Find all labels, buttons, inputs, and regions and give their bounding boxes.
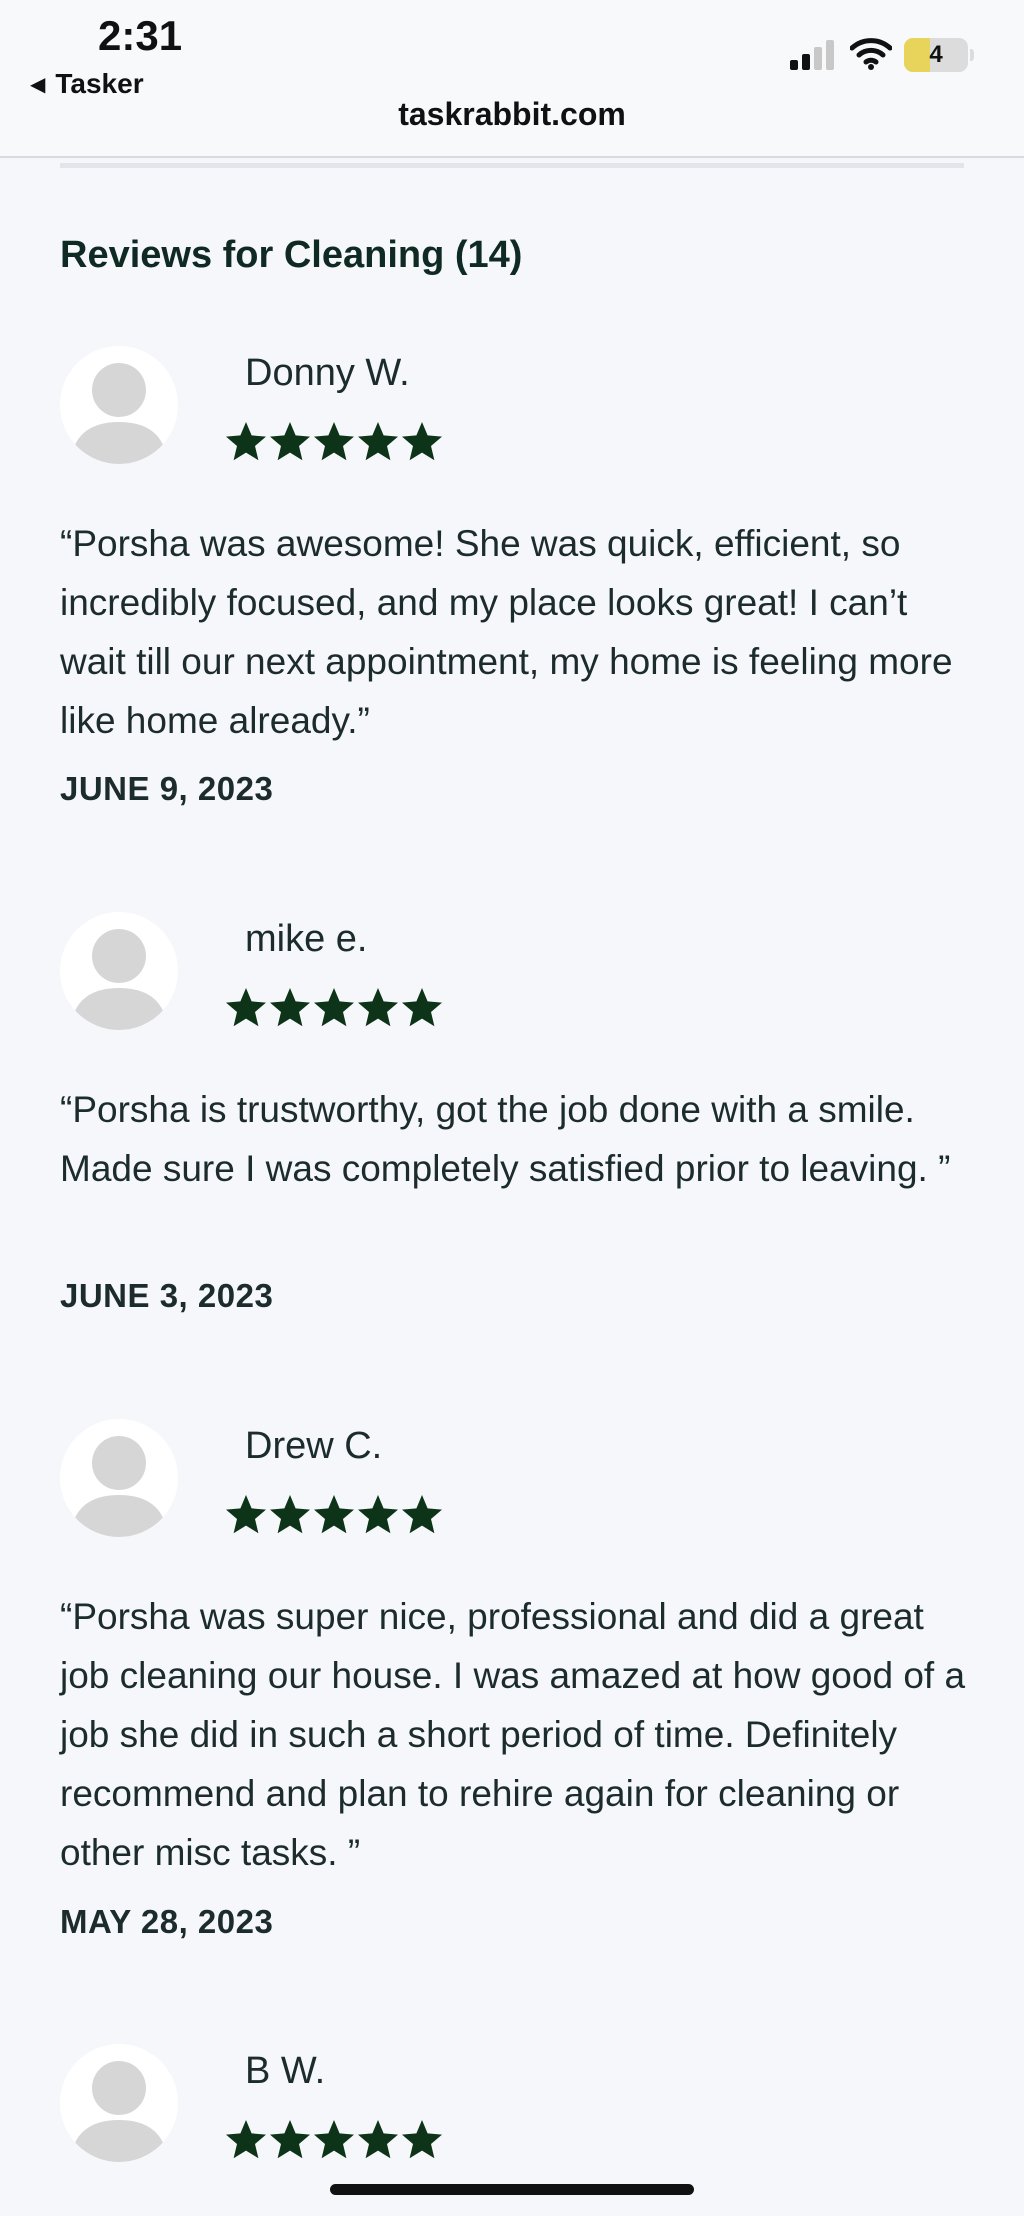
reviews-section-title: Reviews for Cleaning (14) [60, 234, 523, 276]
star-icon [358, 1495, 398, 1534]
home-indicator[interactable] [330, 2184, 694, 2195]
signal-bar-2 [802, 54, 810, 70]
reviewer-name: mike e. [245, 918, 368, 960]
star-icon [314, 988, 354, 1027]
review-text: “Porsha was super nice, professional and… [60, 1596, 966, 1873]
star-icon [226, 1495, 266, 1534]
star-icon [270, 422, 310, 461]
status-time: 2:31 [98, 12, 183, 59]
star-icon [226, 422, 266, 461]
star-icon [402, 988, 442, 1027]
reviewer-name: B W. [245, 2050, 326, 2092]
wifi-icon [850, 38, 892, 70]
default-avatar-icon [70, 1436, 168, 1537]
review-date: JUNE 3, 2023 [60, 1277, 274, 1314]
star-icon [270, 2120, 310, 2159]
reviewer-name: Donny W. [245, 352, 410, 394]
battery-icon: 4 [904, 38, 968, 72]
battery-label: 4 [929, 41, 943, 68]
star-icon [270, 1495, 310, 1534]
star-icon [314, 1495, 354, 1534]
star-rating [224, 2118, 444, 2162]
star-icon [402, 2120, 442, 2159]
section-divider [60, 163, 964, 168]
default-avatar-icon [70, 363, 168, 464]
star-icon [270, 988, 310, 1027]
page-url[interactable]: taskrabbit.com [0, 96, 1024, 133]
star-icon [402, 422, 442, 461]
avatar [60, 912, 178, 1030]
avatar [60, 346, 178, 464]
avatar [60, 1419, 178, 1537]
star-rating [224, 1493, 444, 1537]
star-icon [358, 2120, 398, 2159]
reviewer-name: Drew C. [245, 1425, 383, 1467]
default-avatar-icon [70, 929, 168, 1030]
star-icon [226, 2120, 266, 2159]
back-triangle-icon: ◀ [30, 73, 46, 96]
star-icon [226, 988, 266, 1027]
signal-bar-4 [826, 40, 834, 70]
signal-bar-1 [790, 60, 798, 70]
star-icon [314, 2120, 354, 2159]
star-icon [358, 988, 398, 1027]
review-date: JUNE 9, 2023 [60, 770, 274, 807]
star-rating [224, 986, 444, 1030]
review-text: “Porsha is trustworthy, got the job done… [60, 1089, 951, 1189]
default-avatar-icon [70, 2061, 168, 2162]
star-icon [358, 422, 398, 461]
signal-bar-3 [814, 47, 822, 70]
cellular-signal-icon [790, 40, 834, 70]
review-date: MAY 28, 2023 [60, 1903, 274, 1940]
star-icon [402, 1495, 442, 1534]
star-icon [314, 422, 354, 461]
browser-status-bar: 2:31 ◀ Tasker 4 taskrabbit.com [0, 0, 1024, 158]
review-text: “Porsha was awesome! She was quick, effi… [60, 523, 953, 741]
battery-tip [970, 49, 974, 61]
avatar [60, 2044, 178, 2162]
star-rating [224, 420, 444, 464]
